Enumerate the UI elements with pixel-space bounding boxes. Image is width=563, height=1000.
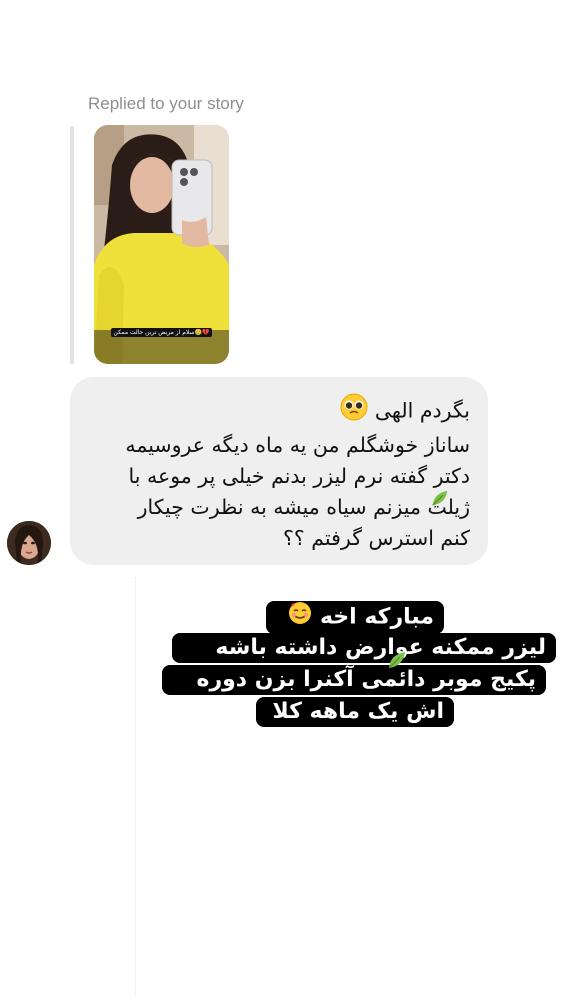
replied-to-story-label: Replied to your story [88,94,244,113]
smiling-face-with-hearts-icon [288,601,312,634]
response-line-2: لیزر ممکنه عوارض داشته باشه [172,633,556,663]
response-text-sticker: مبارکه اخه لیزر ممکنه عوارض داشته باشه پ… [162,601,556,751]
message-line-3: دکتر گفته نرم لیزر بدنم خیلی پر موعه با [128,464,470,488]
thread-divider [135,577,136,997]
pleading-face-icon [340,393,368,430]
message-line-1: بگردم الهی [374,398,470,423]
story-thumbnail[interactable]: سلام از مریض ترین حالت ممکن🥲💔 [94,125,229,364]
leaf-icon [386,649,408,675]
response-line-1: مبارکه اخه [319,604,434,630]
message-line-2: ساناز خوشگلم من یه ماه دیگه عروسیمه [125,433,470,457]
leaf-icon [430,488,450,512]
received-message-bubble[interactable]: بگردم الهی ساناز خوشگلم من یه ماه دیگه ع… [70,377,488,565]
story-caption: سلام از مریض ترین حالت ممکن🥲💔 [110,328,213,337]
response-line-3: پکیج موبر دائمی آکنرا بزن دوره [162,665,546,695]
message-line-5: کنم استرس گرفتم ؟؟ [283,526,470,550]
message-text: بگردم الهی ساناز خوشگلم من یه ماه دیگه ع… [80,393,470,554]
reply-indicator-bar [70,126,74,364]
response-line-4: اش یک ماهه کلا [256,697,454,727]
message-line-4: ژیلت میزنم سیاه میشه به نظرت چیکار [137,495,470,519]
sender-avatar[interactable] [7,521,51,565]
